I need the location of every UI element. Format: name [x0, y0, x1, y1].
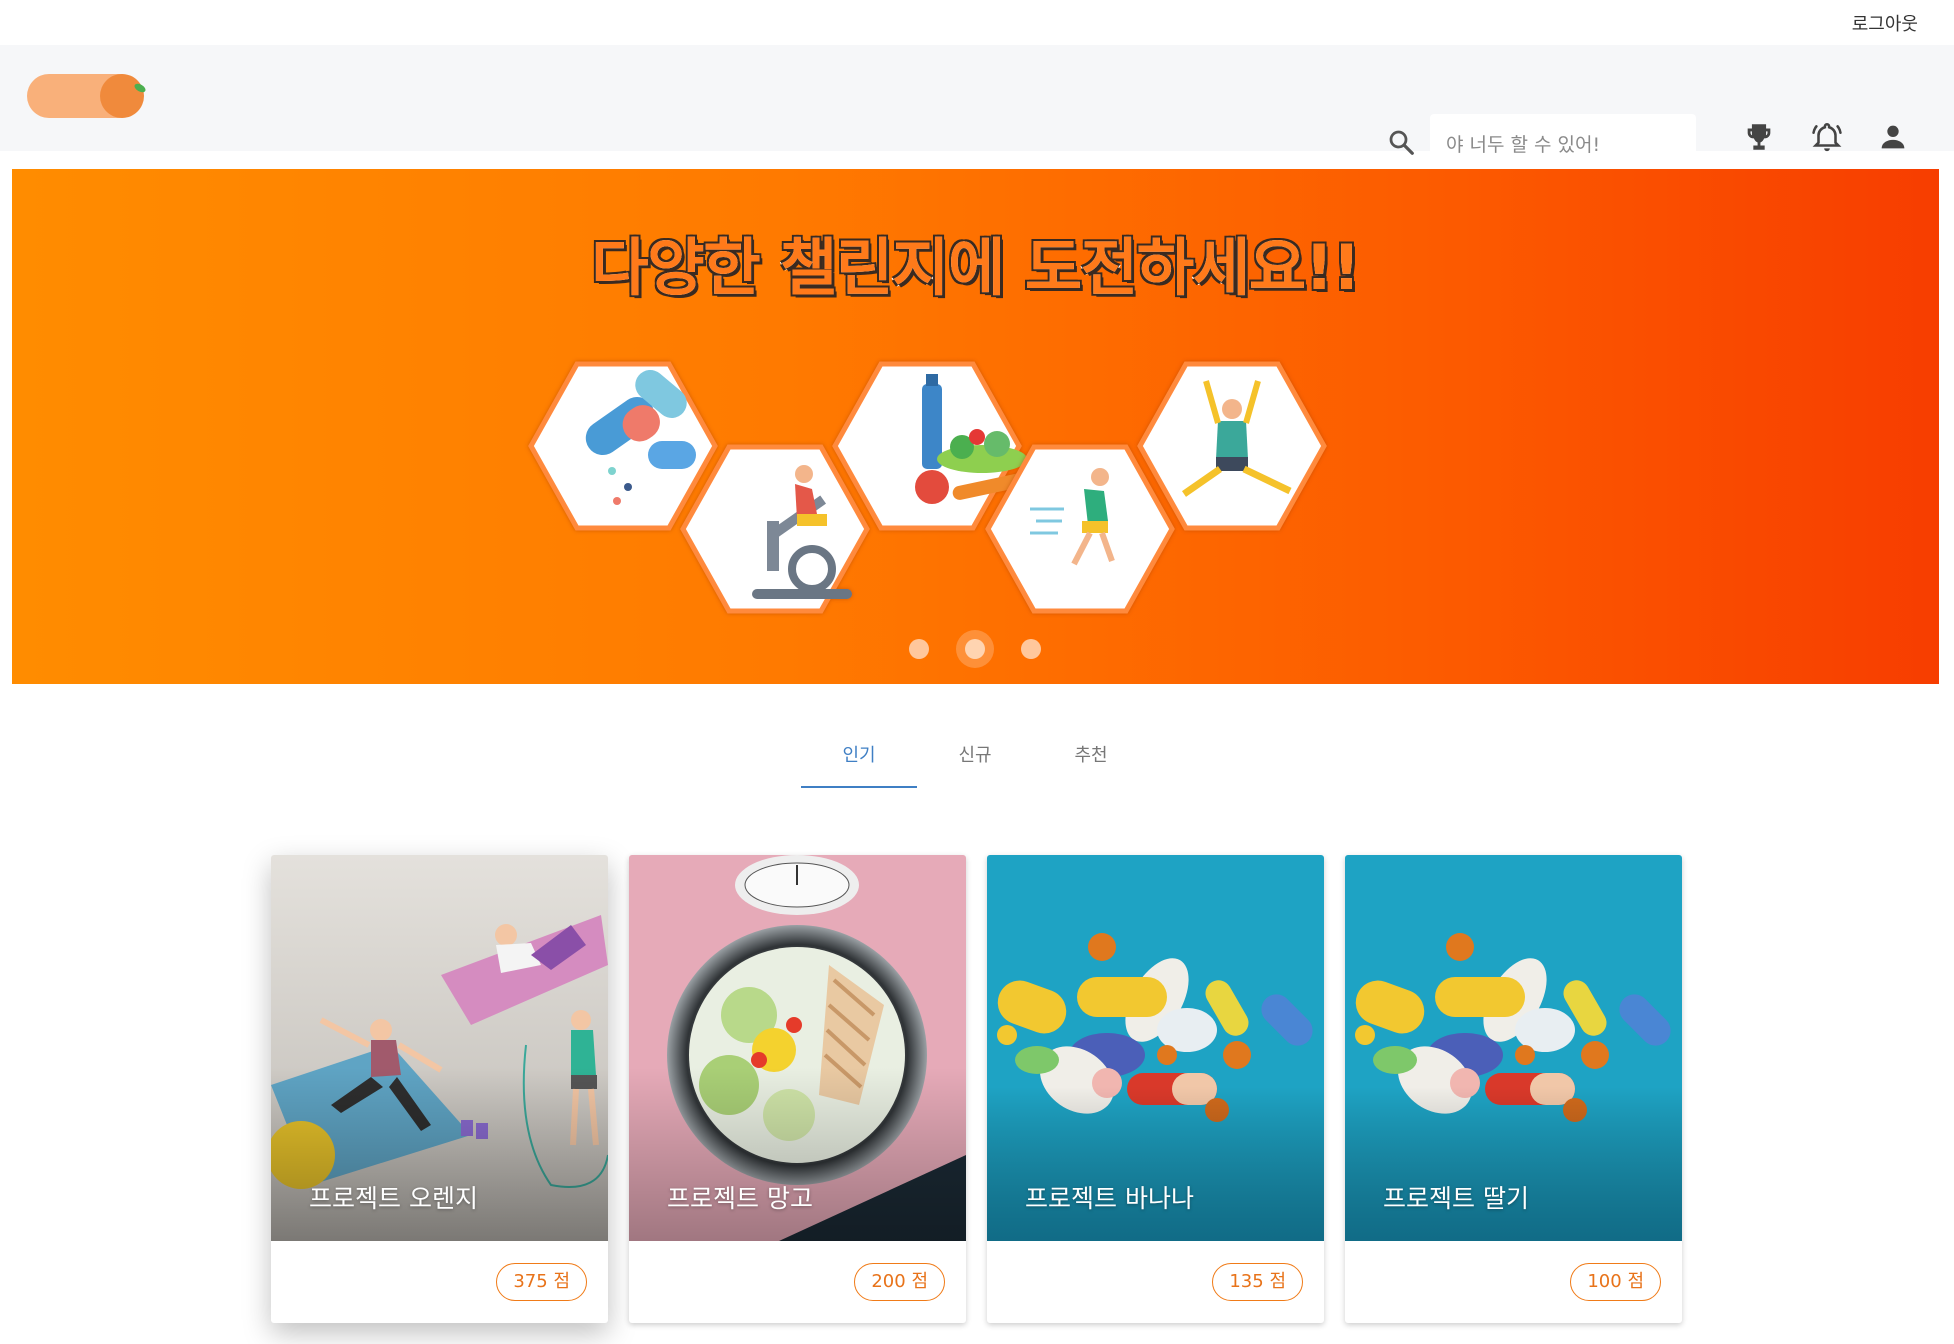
card-image-yoga: 프로젝트 오렌지: [271, 855, 608, 1241]
carousel-dot-3[interactable]: [1021, 639, 1041, 659]
banner-carousel[interactable]: 다양한 챌린지에 도전하세요!!: [12, 169, 1939, 684]
header: [0, 45, 1954, 175]
challenge-illustrations: [528, 361, 1327, 614]
bell-icon[interactable]: [1810, 120, 1844, 154]
score-badge: 375 점: [496, 1263, 587, 1301]
score-badge: 100 점: [1570, 1263, 1661, 1301]
card-image-salad: 프로젝트 망고: [629, 855, 966, 1241]
search-icon[interactable]: [1386, 127, 1416, 157]
tab-recommended[interactable]: 추천: [1033, 728, 1149, 788]
person-icon[interactable]: [1876, 120, 1910, 154]
runner-illustration: [985, 444, 1175, 614]
capsules-illustration: [528, 361, 718, 531]
card-footer: 200 점: [629, 1241, 966, 1323]
card-image-pills: 프로젝트 바나나: [987, 855, 1324, 1241]
project-card[interactable]: 프로젝트 오렌지 375 점: [271, 855, 608, 1323]
card-title: 프로젝트 오렌지: [309, 1184, 478, 1213]
score-badge: 135 점: [1212, 1263, 1303, 1301]
exercise-bike-illustration: [680, 444, 870, 614]
carousel-dots: [12, 639, 1939, 659]
search-input[interactable]: [1430, 114, 1696, 175]
card-title: 프로젝트 딸기: [1383, 1184, 1529, 1213]
card-footer: 100 점: [1345, 1241, 1682, 1323]
carousel-dot-1[interactable]: [909, 639, 929, 659]
search-box: [1430, 114, 1696, 175]
project-card[interactable]: 프로젝트 망고 200 점: [629, 855, 966, 1323]
card-footer: 135 점: [987, 1241, 1324, 1323]
trophy-icon[interactable]: [1742, 120, 1776, 154]
project-card[interactable]: 프로젝트 바나나 135 점: [987, 855, 1324, 1323]
tab-new[interactable]: 신규: [917, 728, 1033, 788]
stretching-illustration: [1137, 361, 1327, 531]
card-title: 프로젝트 망고: [667, 1184, 813, 1213]
top-bar: 로그아웃: [0, 0, 1954, 45]
category-tabs: 인기 신규 추천: [801, 728, 1149, 788]
tab-popular[interactable]: 인기: [801, 728, 917, 788]
card-title: 프로젝트 바나나: [1025, 1184, 1194, 1213]
logout-link[interactable]: 로그아웃: [1852, 10, 1918, 36]
card-footer: 375 점: [271, 1241, 608, 1323]
project-card[interactable]: 프로젝트 딸기 100 점: [1345, 855, 1682, 1323]
card-image-pills: 프로젝트 딸기: [1345, 855, 1682, 1241]
logo[interactable]: [27, 71, 149, 121]
carousel-dot-2[interactable]: [965, 639, 985, 659]
score-badge: 200 점: [854, 1263, 945, 1301]
